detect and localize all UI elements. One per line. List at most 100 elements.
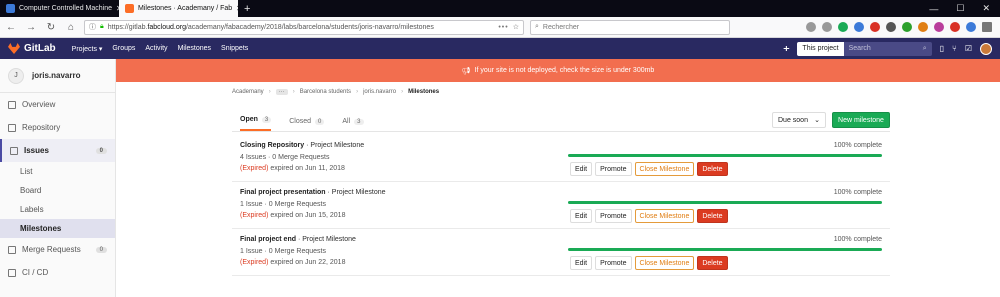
due-date: expired on Jun 11, 2018 <box>270 165 345 172</box>
merge-request-icon[interactable]: ⑂ <box>952 44 957 53</box>
back-icon[interactable]: ← <box>4 22 18 33</box>
edit-button[interactable]: Edit <box>570 256 593 270</box>
search-scope-label: This project <box>797 41 844 56</box>
milestone-title[interactable]: Final project end <box>240 236 296 243</box>
page-favicon-icon <box>6 4 15 13</box>
sidebar-item-repository[interactable]: Repository <box>0 116 115 139</box>
tab-all[interactable]: All 3 <box>342 118 364 131</box>
new-tab-button[interactable]: + <box>238 0 256 17</box>
promote-button[interactable]: Promote <box>595 209 632 223</box>
megaphone-icon: 📢︎ <box>461 67 471 75</box>
milestone-title[interactable]: Final project presentation <box>240 189 326 196</box>
maximize-icon[interactable]: ☐ <box>956 3 964 14</box>
browser-tab[interactable]: Computer Controlled Machine ✕ <box>0 0 119 17</box>
address-bar[interactable]: ⓘ 🔒︎ https://gitlab.fabcloud.org/academa… <box>84 19 524 35</box>
breadcrumb-item[interactable]: joris.navarro <box>363 89 396 95</box>
milestone-title[interactable]: Closing Repository <box>240 142 304 149</box>
sidebar-subitem-labels[interactable]: Labels <box>0 200 115 219</box>
nav-milestones[interactable]: Milestones <box>178 45 211 52</box>
chevron-down-icon: ⌄ <box>814 117 820 124</box>
menu-icon[interactable] <box>982 22 992 32</box>
nav-snippets[interactable]: Snippets <box>221 45 248 52</box>
delete-button[interactable]: Delete <box>697 162 728 176</box>
milestone-row: Final project end · Project Milestone 1 … <box>232 229 890 276</box>
sidebar-item-merge-requests[interactable]: Merge Requests 0 <box>0 238 115 261</box>
delete-button[interactable]: Delete <box>697 209 728 223</box>
close-milestone-button[interactable]: Close Milestone <box>634 162 695 176</box>
browser-tab-active[interactable]: Milestones · Academany / Fab ✕ <box>119 0 238 17</box>
extension-icon[interactable] <box>886 22 896 32</box>
library-icon[interactable] <box>806 22 816 32</box>
sidebar-icon[interactable] <box>822 22 832 32</box>
tab-title: Computer Controlled Machine <box>19 5 112 12</box>
search-input[interactable]: Search ⌕ <box>844 45 932 53</box>
sidebar-subitem-list[interactable]: List <box>0 162 115 181</box>
page-actions-icon[interactable]: ••• <box>498 24 508 31</box>
delete-button[interactable]: Delete <box>697 256 728 270</box>
close-milestone-button[interactable]: Close Milestone <box>634 256 695 270</box>
sort-dropdown[interactable]: Due soon ⌄ <box>772 112 826 128</box>
merge-request-icon <box>8 245 16 254</box>
nav-groups[interactable]: Groups <box>112 45 135 52</box>
milestone-counts: 1 Issue · 0 Merge Requests <box>240 248 326 255</box>
nav-activity[interactable]: Activity <box>145 45 167 52</box>
promote-button[interactable]: Promote <box>595 162 632 176</box>
info-icon[interactable]: ⓘ <box>89 22 96 32</box>
extension-icon[interactable] <box>870 22 880 32</box>
gitlab-favicon-icon <box>125 4 134 13</box>
rocket-icon <box>8 268 16 277</box>
count-badge: 3 <box>354 118 364 125</box>
extension-icon[interactable] <box>854 22 864 32</box>
nav-projects[interactable]: Projects ▾ <box>72 45 103 53</box>
breadcrumb-current: Milestones <box>408 89 440 95</box>
extension-icon[interactable] <box>918 22 928 32</box>
sidebar-subitem-milestones[interactable]: Milestones <box>0 219 115 238</box>
breadcrumb-item[interactable]: Barcelona students <box>300 89 351 95</box>
window-close-icon[interactable]: ✕ <box>982 3 990 14</box>
forward-icon[interactable]: → <box>24 22 38 33</box>
extension-icon[interactable] <box>934 22 944 32</box>
minimize-icon[interactable]: — <box>929 4 938 14</box>
sidebar-item-overview[interactable]: Overview <box>0 93 115 116</box>
bookmark-star-icon[interactable]: ☆ <box>513 23 519 31</box>
tab-open[interactable]: Open 3 <box>240 116 272 131</box>
user-avatar[interactable] <box>980 42 992 55</box>
edit-button[interactable]: Edit <box>570 209 593 223</box>
project-name: joris.navarro <box>32 71 81 80</box>
gitlab-logo[interactable]: GitLab <box>8 43 56 54</box>
progress-text: 100% complete <box>833 189 882 196</box>
extension-icon[interactable] <box>950 22 960 32</box>
tab-title: Milestones · Academany / Fab <box>138 5 233 12</box>
gitlab-fox-icon <box>8 43 20 54</box>
todo-icon[interactable]: ☑ <box>965 44 972 53</box>
extension-toolbar <box>806 22 996 32</box>
sidebar-item-issues[interactable]: Issues 0 <box>0 139 115 162</box>
new-milestone-button[interactable]: New milestone <box>832 112 890 128</box>
breadcrumb-expand[interactable]: ··· <box>275 89 288 95</box>
breadcrumb: Academany › ··· › Barcelona students › jori… <box>232 89 440 95</box>
milestone-counts: 4 Issues · 0 Merge Requests <box>240 154 330 161</box>
close-milestone-button[interactable]: Close Milestone <box>634 209 695 223</box>
search-icon: ⌕ <box>535 23 539 30</box>
sidebar-context[interactable]: J joris.navarro <box>0 59 115 93</box>
browser-search-input[interactable]: ⌕ Rechercher <box>530 19 730 35</box>
sidebar-subitem-board[interactable]: Board <box>0 181 115 200</box>
broadcast-banner: 📢︎ If your site is not deployed, check t… <box>116 59 1000 82</box>
progress-bar <box>568 154 882 157</box>
expired-label: (Expired) <box>240 212 269 219</box>
project-search[interactable]: This project Search ⌕ <box>797 41 932 56</box>
sidebar-item-ci-cd[interactable]: CI / CD <box>0 261 115 284</box>
reload-icon[interactable]: ↻ <box>44 22 58 33</box>
edit-button[interactable]: Edit <box>570 162 593 176</box>
milestone-kind: · Project Milestone <box>327 189 386 196</box>
promote-button[interactable]: Promote <box>595 256 632 270</box>
issues-icon[interactable]: ▯ <box>940 44 944 53</box>
extension-icon[interactable] <box>902 22 912 32</box>
tab-closed[interactable]: Closed 0 <box>289 118 325 131</box>
home-icon[interactable]: ⌂ <box>64 22 78 33</box>
plus-icon[interactable]: ➕︎ <box>783 44 789 54</box>
milestone-kind: · Project Milestone <box>306 142 365 149</box>
breadcrumb-item[interactable]: Academany <box>232 89 264 95</box>
extension-icon[interactable] <box>838 22 848 32</box>
extension-icon[interactable] <box>966 22 976 32</box>
